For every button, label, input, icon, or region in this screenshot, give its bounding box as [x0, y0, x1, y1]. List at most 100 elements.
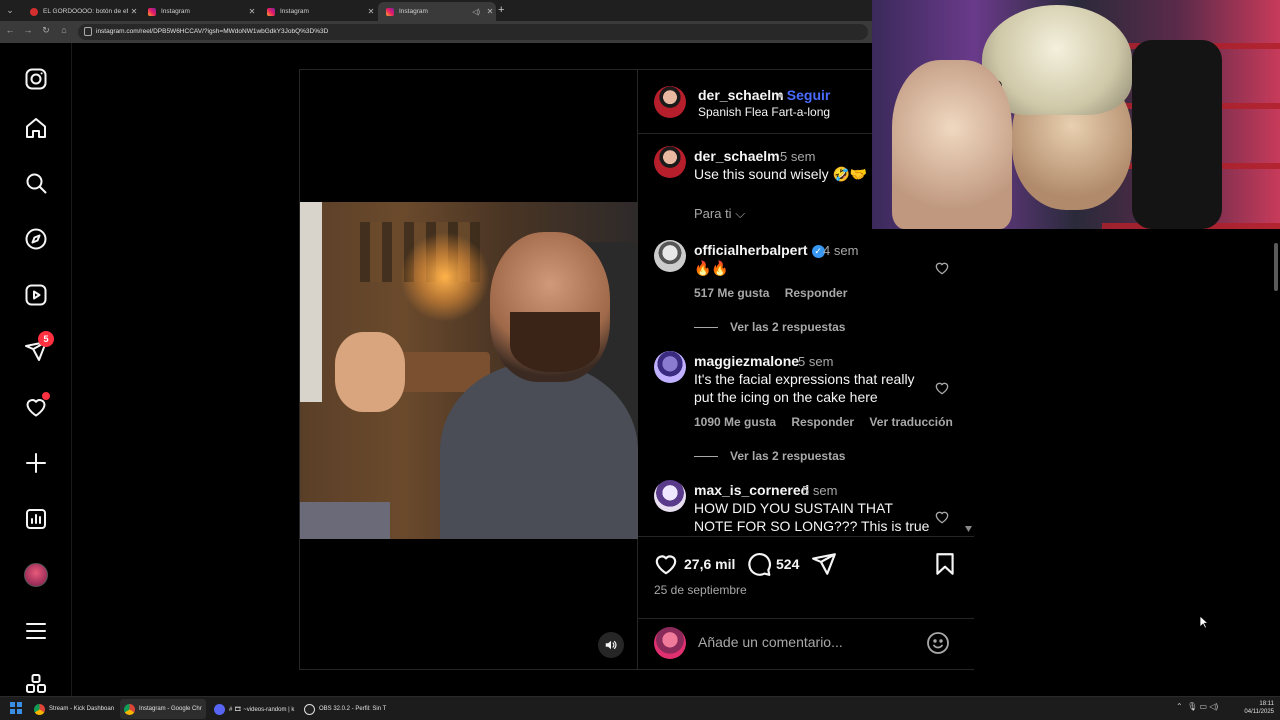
clock[interactable]: 18:11 04/11/2025: [1238, 700, 1274, 716]
reply-button[interactable]: Responder: [791, 415, 854, 429]
caption-text: Use this sound wisely 🤣🤝: [694, 166, 868, 182]
notifications-icon[interactable]: [22, 392, 50, 421]
follow-button[interactable]: • Seguir: [778, 87, 830, 103]
caption-avatar[interactable]: [654, 146, 686, 178]
comment-bubble-icon[interactable]: [746, 551, 772, 577]
comment-input[interactable]: Añade un comentario...: [698, 634, 843, 650]
comment-likes[interactable]: 1090 Me gusta: [694, 415, 776, 429]
home-icon[interactable]: [22, 114, 50, 142]
webcam-overlay: [872, 0, 1280, 229]
view-replies-button[interactable]: Ver las 2 respuestas: [694, 320, 845, 334]
microphone-icon: 🎙: [1187, 702, 1198, 711]
translate-button[interactable]: Ver traducción: [869, 415, 952, 429]
volume-icon: ◁): [1209, 702, 1219, 711]
like-heart-icon[interactable]: [653, 551, 679, 577]
speaker-icon: [605, 640, 617, 650]
explore-icon[interactable]: [22, 225, 50, 253]
scrollbar-thumb[interactable]: [1274, 243, 1278, 291]
new-tab-button[interactable]: +: [498, 4, 504, 16]
chrome-icon: [124, 703, 135, 715]
like-count[interactable]: 27,6 mil: [684, 556, 735, 572]
scroll-down-arrow-icon[interactable]: [965, 526, 972, 532]
comment-username[interactable]: officialherbalpert ✓: [694, 242, 829, 258]
taskbar-app-label: Stream - Kick Dashboan: [49, 706, 115, 712]
messages-icon[interactable]: 5: [22, 331, 54, 365]
messages-badge: 5: [38, 331, 54, 347]
caption-username[interactable]: der_schaelm: [694, 148, 780, 164]
save-bookmark-icon[interactable]: [932, 551, 958, 577]
add-comment-bar: Añade un comentario...: [638, 618, 974, 669]
share-icon[interactable]: [811, 551, 837, 577]
instagram-logo-icon[interactable]: [22, 65, 50, 93]
browser-tab[interactable]: Instagram ✕: [140, 2, 258, 21]
home-button-icon[interactable]: ⌂: [58, 25, 70, 35]
author-avatar[interactable]: [654, 86, 686, 118]
taskbar-app-label: Instagram - Google Chr: [139, 706, 202, 712]
audio-track-link[interactable]: Spanish Flea Fart-a-long: [698, 105, 830, 119]
forward-icon[interactable]: →: [22, 25, 34, 35]
comment-text: It's the facial expressions that really …: [694, 371, 915, 405]
author-username[interactable]: der_schaelm: [698, 87, 784, 103]
reels-icon[interactable]: [22, 281, 50, 309]
dashboard-icon[interactable]: [22, 505, 50, 533]
taskbar-app[interactable]: OBS 32.0.2 - Perfil: Sin T: [300, 699, 390, 719]
search-icon[interactable]: [22, 169, 50, 197]
comment-likes[interactable]: 517 Me gusta: [694, 286, 769, 300]
menu-icon[interactable]: [22, 617, 50, 645]
system-tray[interactable]: ⌃ 🎙 ▭ ◁): [1176, 702, 1218, 711]
taskbar-app-active[interactable]: Instagram - Google Chr: [120, 699, 206, 719]
taskbar-app[interactable]: Stream - Kick Dashboan: [30, 699, 118, 719]
filter-label: Para ti: [694, 206, 732, 221]
tab-audio-icon[interactable]: ◁): [472, 8, 480, 16]
browser-tab[interactable]: Instagram ✕: [259, 2, 377, 21]
comment-filter-dropdown[interactable]: Para ti ⌵: [694, 206, 745, 222]
tab-title: Instagram: [280, 8, 309, 15]
taskbar: Stream - Kick Dashboan Instagram - Googl…: [0, 696, 1280, 720]
tab-search-icon[interactable]: ⌄: [4, 5, 16, 16]
profile-avatar[interactable]: [22, 561, 50, 589]
audio-toggle-button[interactable]: [598, 632, 624, 658]
browser-tab[interactable]: EL GORDOOOO: botón de efec ✕: [22, 2, 140, 21]
taskbar-app[interactable]: # 🎞 ~videos-random | k: [210, 699, 298, 719]
url-text[interactable]: instagram.com/reel/DPB5W6HCCAV/?igsh=MWd…: [96, 28, 328, 35]
comment-time: 5 sem: [798, 354, 834, 369]
video-frame[interactable]: [300, 202, 638, 539]
create-icon[interactable]: [22, 449, 50, 477]
comment-time: 4 sem: [823, 243, 859, 258]
back-icon[interactable]: ←: [4, 25, 16, 35]
comment-username[interactable]: maggiezmalone: [694, 353, 799, 369]
like-comment-heart-icon[interactable]: [934, 509, 950, 525]
emoji-picker-icon[interactable]: [926, 631, 950, 655]
comment-avatar[interactable]: [654, 480, 686, 512]
tab-close-icon[interactable]: ✕: [365, 7, 377, 16]
taskbar-app-label: OBS 32.0.2 - Perfil: Sin T: [319, 706, 387, 712]
like-comment-heart-icon[interactable]: [934, 260, 950, 276]
comment-avatar[interactable]: [654, 240, 686, 272]
video-player[interactable]: [300, 70, 638, 669]
post-date[interactable]: 25 de septiembre: [654, 583, 747, 597]
more-apps-icon[interactable]: [22, 673, 50, 696]
follow-label: Seguir: [786, 87, 831, 103]
like-comment-heart-icon[interactable]: [934, 380, 950, 396]
browser-tab-active[interactable]: Instagram ◁) ✕: [378, 2, 496, 21]
discord-icon: [214, 703, 225, 715]
reload-icon[interactable]: ↻: [40, 25, 52, 36]
tab-title: EL GORDOOOO: botón de efec: [43, 8, 128, 15]
tab-close-icon[interactable]: ✕: [128, 7, 140, 16]
instagram-favicon-icon: [386, 7, 394, 16]
windows-start-icon[interactable]: [10, 702, 22, 714]
comment-username[interactable]: max_is_cornered: [694, 482, 809, 498]
instagram-favicon-icon: [267, 7, 275, 16]
tab-close-icon[interactable]: ✕: [484, 7, 496, 16]
tab-close-icon[interactable]: ✕: [246, 7, 258, 16]
address-bar[interactable]: instagram.com/reel/DPB5W6HCCAV/?igsh=MWd…: [78, 24, 868, 40]
reply-button[interactable]: Responder: [785, 286, 848, 300]
site-info-icon[interactable]: [84, 27, 92, 36]
comment-avatar[interactable]: [654, 351, 686, 383]
clock-date: 04/11/2025: [1244, 709, 1274, 715]
clock-time: 18:11: [1259, 701, 1274, 707]
page-scrollbar[interactable]: [1272, 229, 1280, 696]
comment-count: 524: [776, 556, 800, 572]
view-replies-button[interactable]: Ver las 2 respuestas: [694, 449, 845, 463]
notification-dot: [42, 392, 50, 400]
